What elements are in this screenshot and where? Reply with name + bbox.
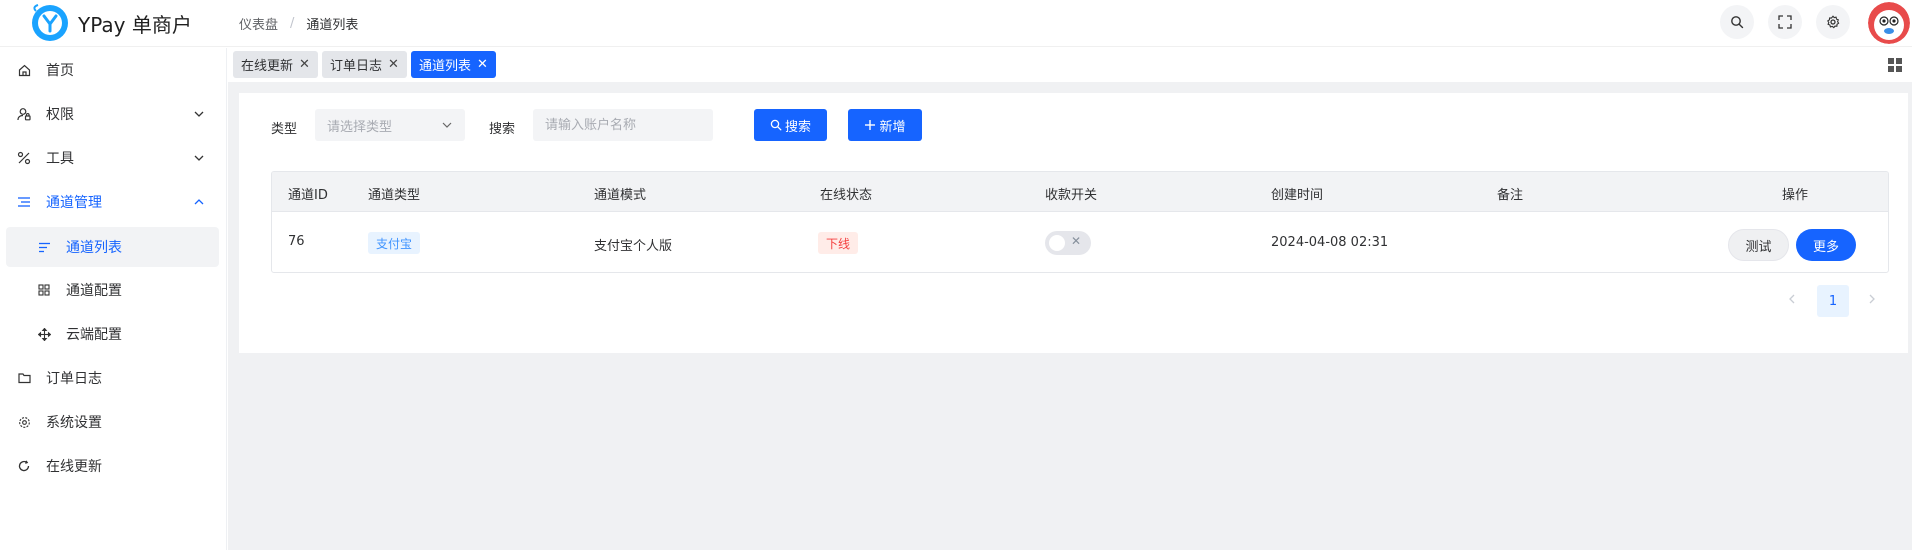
tab-channel-list[interactable]: 通道列表 ✕	[411, 51, 496, 78]
sidebar-item-cloud-config[interactable]: 云端配置	[0, 314, 220, 354]
ypay-logo-icon	[32, 4, 68, 41]
breadcrumb-item-dashboard[interactable]: 仪表盘	[239, 14, 278, 33]
header-search-button[interactable]	[1720, 5, 1754, 39]
sidebar-item-channel-management[interactable]: 通道管理	[0, 182, 220, 222]
close-icon[interactable]: ✕	[388, 57, 399, 72]
type-select-placeholder: 请选择类型	[327, 119, 393, 135]
chevron-down-icon	[442, 122, 452, 128]
toggle-knob	[1049, 235, 1065, 251]
close-icon[interactable]: ✕	[299, 57, 310, 72]
column-header: 收款开关	[1045, 188, 1098, 203]
home-icon	[16, 62, 32, 78]
add-button-label: 新增	[879, 119, 906, 135]
tab-order-log[interactable]: 订单日志 ✕	[322, 51, 407, 78]
column-header: 在线状态	[820, 188, 873, 203]
gear-icon	[16, 414, 32, 430]
app-title: YPay 单商户	[78, 12, 192, 37]
plus-icon	[865, 120, 876, 130]
sidebar-item-system-settings[interactable]: 系统设置	[0, 402, 220, 442]
search-button[interactable]: 搜索	[754, 109, 827, 141]
sidebar-item-label: 权限	[46, 107, 74, 123]
refresh-icon	[16, 458, 32, 474]
chevron-down-icon	[194, 155, 204, 161]
tab-label: 通道列表	[419, 59, 472, 74]
header-fullscreen-button[interactable]	[1768, 5, 1802, 39]
column-header: 备注	[1497, 188, 1524, 203]
more-button[interactable]: 更多	[1796, 229, 1856, 261]
sidebar-item-order-log[interactable]: 订单日志	[0, 358, 220, 398]
top-header: YPay 单商户 仪表盘 / 通道列表	[0, 0, 1912, 47]
tabs-menu-grid-icon[interactable]	[1887, 57, 1903, 73]
tools-icon	[16, 150, 32, 166]
sidebar-item-label: 通道配置	[66, 283, 122, 299]
app-logo[interactable]: YPay 单商户	[30, 3, 192, 43]
search-icon	[770, 119, 782, 131]
sidebar-item-label: 首页	[46, 63, 74, 79]
sidebar-item-label: 通道列表	[66, 240, 122, 256]
gear-icon	[1827, 15, 1840, 29]
pagination-page[interactable]: 1	[1817, 285, 1849, 317]
tab-online-update[interactable]: 在线更新 ✕	[233, 51, 318, 78]
payment-toggle[interactable]: ✕	[1045, 231, 1091, 255]
add-button[interactable]: 新增	[848, 109, 922, 141]
user-lock-icon	[16, 106, 32, 122]
list-icon	[16, 194, 32, 210]
header-settings-button[interactable]	[1816, 5, 1850, 39]
sidebar-item-home[interactable]: 首页	[0, 50, 220, 90]
table-header: 通道ID 通道类型 通道模式 在线状态 收款开关 创建时间 备注 操作	[272, 172, 1888, 212]
column-header: 创建时间	[1271, 188, 1324, 203]
tabs-bar: 在线更新 ✕ 订单日志 ✕ 通道列表 ✕	[228, 48, 1912, 82]
chevron-up-icon	[194, 199, 204, 205]
column-header: 通道模式	[594, 188, 647, 203]
sidebar-item-permissions[interactable]: 权限	[0, 94, 220, 134]
close-icon[interactable]: ✕	[477, 57, 488, 72]
sidebar-item-label: 通道管理	[46, 195, 102, 211]
channel-table: 通道ID 通道类型 通道模式 在线状态 收款开关 创建时间 备注 操作 76 支…	[271, 171, 1889, 273]
search-input[interactable]	[533, 109, 713, 141]
tab-label: 在线更新	[241, 59, 294, 74]
cell-created: 2024-04-08 02:31	[1271, 235, 1389, 250]
pagination-prev-icon[interactable]	[1785, 292, 1799, 306]
status-badge: 下线	[818, 232, 859, 254]
chevron-down-icon	[194, 111, 204, 117]
channel-type-tag: 支付宝	[368, 232, 421, 254]
sidebar-item-channel-config[interactable]: 通道配置	[0, 270, 220, 310]
pagination-next-icon[interactable]	[1865, 292, 1879, 306]
column-header: 通道类型	[368, 188, 421, 203]
sidebar: 首页 权限 工具 通道管理 通道列表 通道配置 云端配置 订单日志 系统设置 在…	[0, 48, 227, 550]
sidebar-item-online-update[interactable]: 在线更新	[0, 446, 220, 486]
column-header: 操作	[1782, 188, 1809, 203]
cell-mode: 支付宝个人版	[594, 239, 673, 254]
lines-icon	[36, 239, 52, 255]
avatar-image	[1868, 2, 1910, 44]
sidebar-item-label: 订单日志	[46, 371, 102, 387]
type-filter-label: 类型	[271, 122, 298, 137]
sidebar-item-label: 云端配置	[66, 327, 122, 343]
move-icon	[36, 326, 52, 342]
tab-label: 订单日志	[330, 59, 383, 74]
channel-list-panel: 类型 请选择类型 搜索 搜索 新增 通道ID 通道类型 通道模式 在线状态 收款…	[239, 93, 1908, 353]
toggle-off-icon: ✕	[1071, 234, 1082, 248]
sidebar-item-label: 工具	[46, 151, 74, 167]
test-button[interactable]: 测试	[1728, 229, 1789, 261]
grid-icon	[36, 282, 52, 298]
column-header: 通道ID	[288, 188, 328, 203]
breadcrumb: 仪表盘 / 通道列表	[239, 0, 358, 47]
search-button-label: 搜索	[784, 119, 811, 135]
breadcrumb-item-current: 通道列表	[306, 18, 359, 33]
cell-id: 76	[288, 234, 305, 249]
search-filter-label: 搜索	[489, 122, 516, 137]
folder-icon	[16, 370, 32, 386]
sidebar-item-label: 在线更新	[46, 459, 102, 475]
search-icon	[1731, 16, 1744, 29]
fullscreen-icon	[1778, 15, 1792, 29]
user-avatar[interactable]	[1868, 2, 1910, 44]
breadcrumb-separator: /	[290, 16, 295, 31]
sidebar-item-label: 系统设置	[46, 415, 102, 431]
sidebar-item-tools[interactable]: 工具	[0, 138, 220, 178]
sidebar-item-channel-list[interactable]: 通道列表	[6, 227, 219, 267]
type-select[interactable]: 请选择类型	[315, 109, 465, 141]
